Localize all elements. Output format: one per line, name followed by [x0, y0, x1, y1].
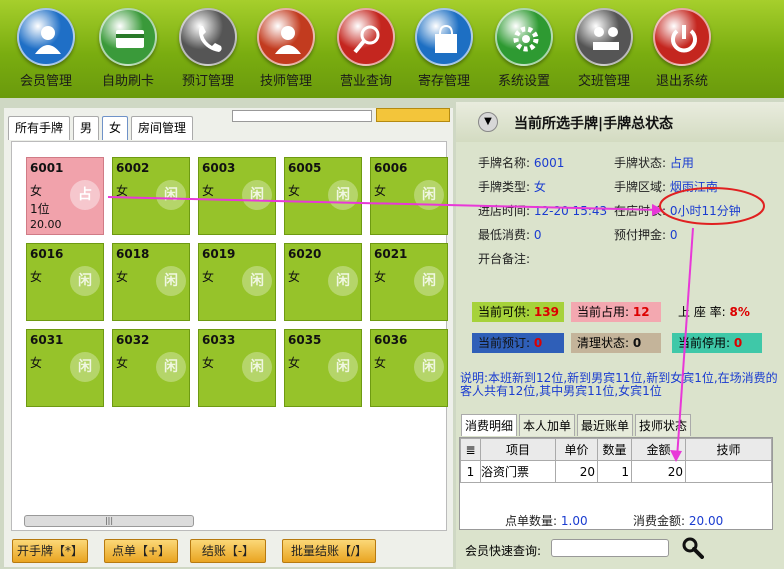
annotation-arrow-line-2 — [676, 227, 694, 459]
annotation-overlay — [107, 187, 765, 462]
annotation-arrowhead-2 — [670, 450, 682, 462]
annotation-ellipse — [659, 187, 765, 225]
annotation-arrow-line — [107, 196, 661, 211]
